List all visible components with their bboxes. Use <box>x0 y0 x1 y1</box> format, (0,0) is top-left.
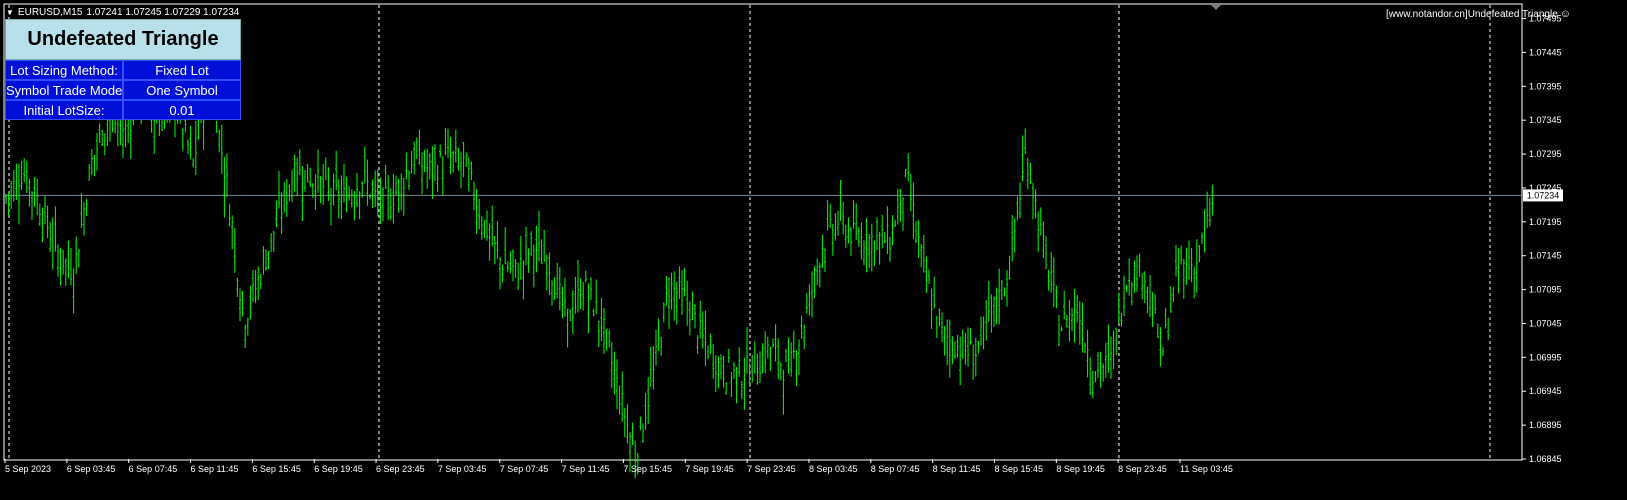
time-tick-label: 7 Sep 03:45 <box>438 464 487 474</box>
shift-marker[interactable] <box>1211 5 1221 10</box>
ea-info-panel: Undefeated Triangle Lot Sizing Method: F… <box>5 19 241 120</box>
price-chart[interactable]: 1.074951.074451.073951.073451.072951.072… <box>0 0 1627 500</box>
price-tick-label: 1.06945 <box>1529 386 1562 396</box>
symbol-label: EURUSD,M15 <box>17 7 83 18</box>
price-tick-label: 1.07345 <box>1529 115 1562 125</box>
time-tick-label: 6 Sep 11:45 <box>191 464 239 474</box>
time-tick-label: 7 Sep 23:45 <box>747 464 796 474</box>
time-tick-label: 7 Sep 11:45 <box>562 464 610 474</box>
time-axis[interactable]: 5 Sep 2023 6 Sep 03:45 6 Sep 07:45 6 Sep 11… <box>4 459 1233 474</box>
watermark: [www.notandor.cn]Undefeated Triangle ☺ <box>1386 8 1571 20</box>
panel-row-lot-sizing: Lot Sizing Method: Fixed Lot <box>5 60 241 80</box>
time-tick-label: 8 Sep 15:45 <box>994 464 1043 474</box>
price-tick-label: 1.06845 <box>1529 454 1562 464</box>
lot-sizing-value: Fixed Lot <box>123 60 241 80</box>
time-tick-label: 7 Sep 19:45 <box>685 464 734 474</box>
panel-row-trade-mode: Symbol Trade Mode One Symbol <box>5 80 241 100</box>
candle-bars <box>5 70 1214 479</box>
trade-mode-value: One Symbol <box>123 80 241 100</box>
panel-row-lot-size: Initial LotSize: 0.01 <box>5 100 241 120</box>
price-tick-label: 1.07095 <box>1529 285 1562 295</box>
price-tick-label: 1.07295 <box>1529 149 1562 159</box>
time-tick-label: 6 Sep 03:45 <box>67 464 116 474</box>
price-tick-label: 1.06995 <box>1529 352 1562 362</box>
ohlc-values: 1.07241 1.07245 1.07229 1.07234 <box>86 7 240 18</box>
time-tick-label: 8 Sep 19:45 <box>1056 464 1105 474</box>
time-tick-label: 8 Sep 23:45 <box>1118 464 1167 474</box>
time-tick-label: 5 Sep 2023 <box>5 464 51 474</box>
watermark-text: [www.notandor.cn]Undefeated Triangle <box>1385 8 1558 20</box>
time-tick-label: 6 Sep 19:45 <box>314 464 363 474</box>
svg-text:1.07234: 1.07234 <box>1527 190 1560 200</box>
trade-mode-label: Symbol Trade Mode <box>5 80 123 100</box>
time-tick-label: 6 Sep 23:45 <box>376 464 425 474</box>
time-tick-label: 8 Sep 07:45 <box>871 464 920 474</box>
smiley-icon: ☺ <box>1559 8 1571 20</box>
price-tick-label: 1.07145 <box>1529 251 1562 261</box>
time-tick-label: 6 Sep 15:45 <box>252 464 301 474</box>
time-tick-label: 8 Sep 11:45 <box>933 464 981 474</box>
time-tick-label: 7 Sep 15:45 <box>623 464 672 474</box>
price-tick-label: 1.07395 <box>1529 81 1562 91</box>
lot-size-label: Initial LotSize: <box>5 100 123 120</box>
lot-sizing-label: Lot Sizing Method: <box>5 60 123 80</box>
price-tick-label: 1.07045 <box>1529 318 1562 328</box>
price-tick-label: 1.07445 <box>1529 47 1562 57</box>
price-axis[interactable]: 1.074951.074451.073951.073451.072951.072… <box>1522 14 1562 464</box>
time-tick-label: 6 Sep 07:45 <box>129 464 178 474</box>
symbol-header: ▼ EURUSD,M15 1.07241 1.07245 1.07229 1.0… <box>6 7 239 18</box>
collapse-icon[interactable]: ▼ <box>6 8 14 17</box>
price-tick-label: 1.06895 <box>1529 420 1562 430</box>
time-tick-label: 8 Sep 03:45 <box>809 464 858 474</box>
current-price-label: 1.07234 <box>1523 189 1563 202</box>
price-tick-label: 1.07195 <box>1529 217 1562 227</box>
time-tick-label: 11 Sep 03:45 <box>1180 464 1233 474</box>
panel-title: Undefeated Triangle <box>5 19 241 60</box>
lot-size-value: 0.01 <box>123 100 241 120</box>
time-tick-label: 7 Sep 07:45 <box>500 464 549 474</box>
